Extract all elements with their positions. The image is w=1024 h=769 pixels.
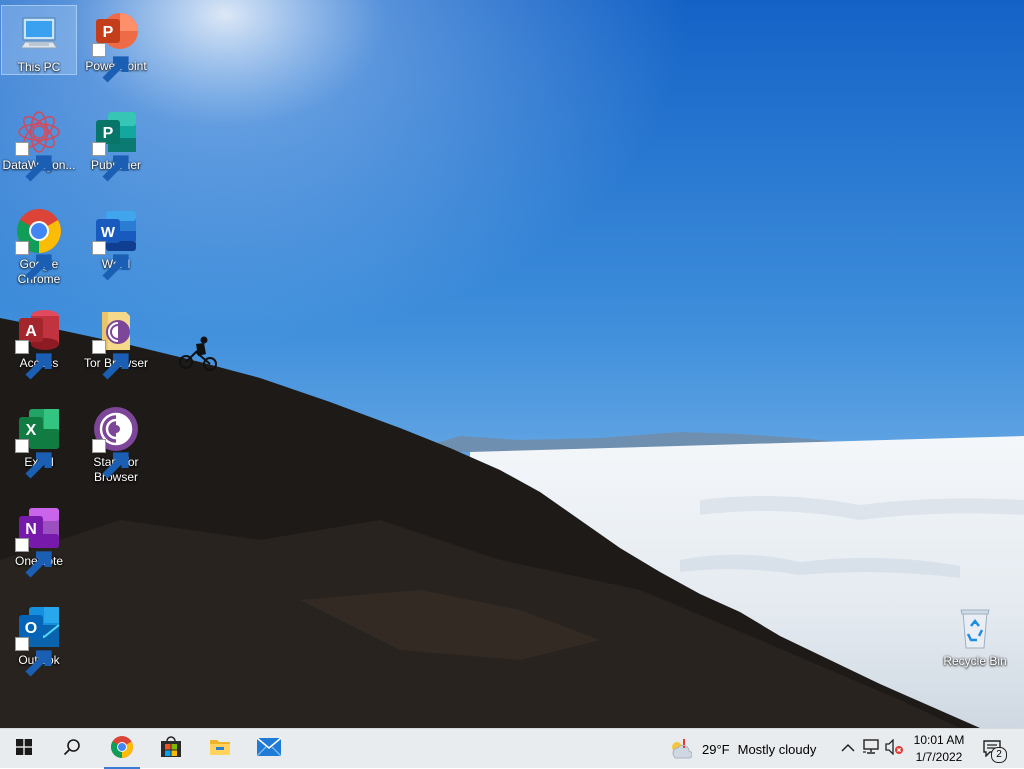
svg-text:N: N bbox=[25, 521, 37, 538]
store-icon bbox=[159, 735, 183, 764]
mail-icon bbox=[256, 736, 282, 763]
start-button[interactable] bbox=[0, 729, 48, 769]
weather-widget[interactable]: 29°F Mostly cloudy bbox=[668, 729, 816, 769]
onenote-icon: N bbox=[15, 504, 63, 578]
recycle-bin-icon bbox=[951, 604, 999, 652]
chevron-up-icon bbox=[841, 740, 855, 758]
cloud-sun-icon bbox=[668, 738, 693, 760]
desktop-icon-google-chrome[interactable]: Google Chrome bbox=[1, 203, 77, 287]
taskbar-store-button[interactable] bbox=[147, 729, 195, 769]
file-explorer-icon bbox=[208, 735, 232, 764]
desktop-icon-access[interactable]: A Access bbox=[1, 302, 77, 380]
desktop-icon-onenote[interactable]: N OneNote bbox=[1, 500, 77, 578]
clock[interactable]: 10:01 AM 1/7/2022 bbox=[905, 732, 973, 766]
datawagon-icon bbox=[15, 108, 63, 182]
svg-text:O: O bbox=[25, 620, 37, 637]
excel-icon: X bbox=[15, 405, 63, 479]
powerpoint-icon: P bbox=[92, 9, 140, 83]
tor-icon bbox=[92, 405, 140, 479]
taskbar-chrome-button[interactable] bbox=[98, 729, 146, 769]
desktop-icon-this-pc[interactable]: This PC bbox=[1, 5, 77, 75]
desktop-icon-tor-browser[interactable]: Tor Browser bbox=[78, 302, 154, 380]
desktop-icon-datawagon[interactable]: DataWagon... bbox=[1, 104, 77, 182]
chrome-icon bbox=[15, 207, 63, 281]
network-status-button[interactable] bbox=[861, 738, 881, 760]
show-hidden-icons-button[interactable] bbox=[838, 739, 858, 759]
tor-folder-icon bbox=[92, 306, 140, 380]
start-icon bbox=[16, 738, 32, 760]
access-icon: A bbox=[15, 306, 63, 380]
svg-text:A: A bbox=[25, 323, 37, 340]
desktop-icon-word[interactable]: W Word bbox=[78, 203, 154, 281]
notification-count-badge: 2 bbox=[991, 747, 1007, 763]
svg-text:P: P bbox=[103, 24, 114, 41]
desktop-icon-powerpoint[interactable]: P PowerPoint bbox=[78, 5, 154, 83]
computer-icon bbox=[15, 10, 63, 58]
word-icon: W bbox=[92, 207, 140, 281]
weather-temperature: 29°F bbox=[702, 741, 730, 757]
volume-button[interactable] bbox=[884, 737, 904, 760]
clock-time: 10:01 AM bbox=[913, 733, 965, 747]
outlook-icon: O bbox=[15, 603, 63, 677]
taskbar-mail-button[interactable] bbox=[245, 729, 293, 769]
desktop-icon-start-tor-browser[interactable]: Start Tor Browser bbox=[78, 401, 154, 485]
search-icon bbox=[63, 738, 81, 761]
network-icon bbox=[862, 738, 880, 760]
svg-text:X: X bbox=[26, 422, 37, 439]
desktop-icon-label: This PC bbox=[17, 60, 61, 74]
search-button[interactable] bbox=[48, 729, 96, 769]
volume-muted-icon bbox=[884, 737, 904, 760]
desktop-icon-recycle-bin[interactable]: Recycle Bin bbox=[937, 600, 1013, 669]
taskbar-file-explorer-button[interactable] bbox=[196, 729, 244, 769]
notification-center-button[interactable]: 2 bbox=[980, 737, 1008, 763]
desktop-icon-publisher[interactable]: P Publisher bbox=[78, 104, 154, 182]
publisher-icon: P bbox=[92, 108, 140, 182]
weather-condition: Mostly cloudy bbox=[737, 741, 817, 757]
desktop-icon-excel[interactable]: X Excel bbox=[1, 401, 77, 479]
desktop-icon-outlook[interactable]: O Outlook bbox=[1, 599, 77, 677]
desktop-icon-label: Recycle Bin bbox=[943, 654, 1007, 668]
chrome-icon bbox=[110, 735, 134, 764]
svg-text:P: P bbox=[103, 125, 114, 142]
clock-date: 1/7/2022 bbox=[915, 750, 963, 764]
svg-text:W: W bbox=[101, 224, 116, 241]
taskbar: 29°F Mostly cloudy 10:01 AM 1/7/2022 2 bbox=[0, 728, 1024, 769]
